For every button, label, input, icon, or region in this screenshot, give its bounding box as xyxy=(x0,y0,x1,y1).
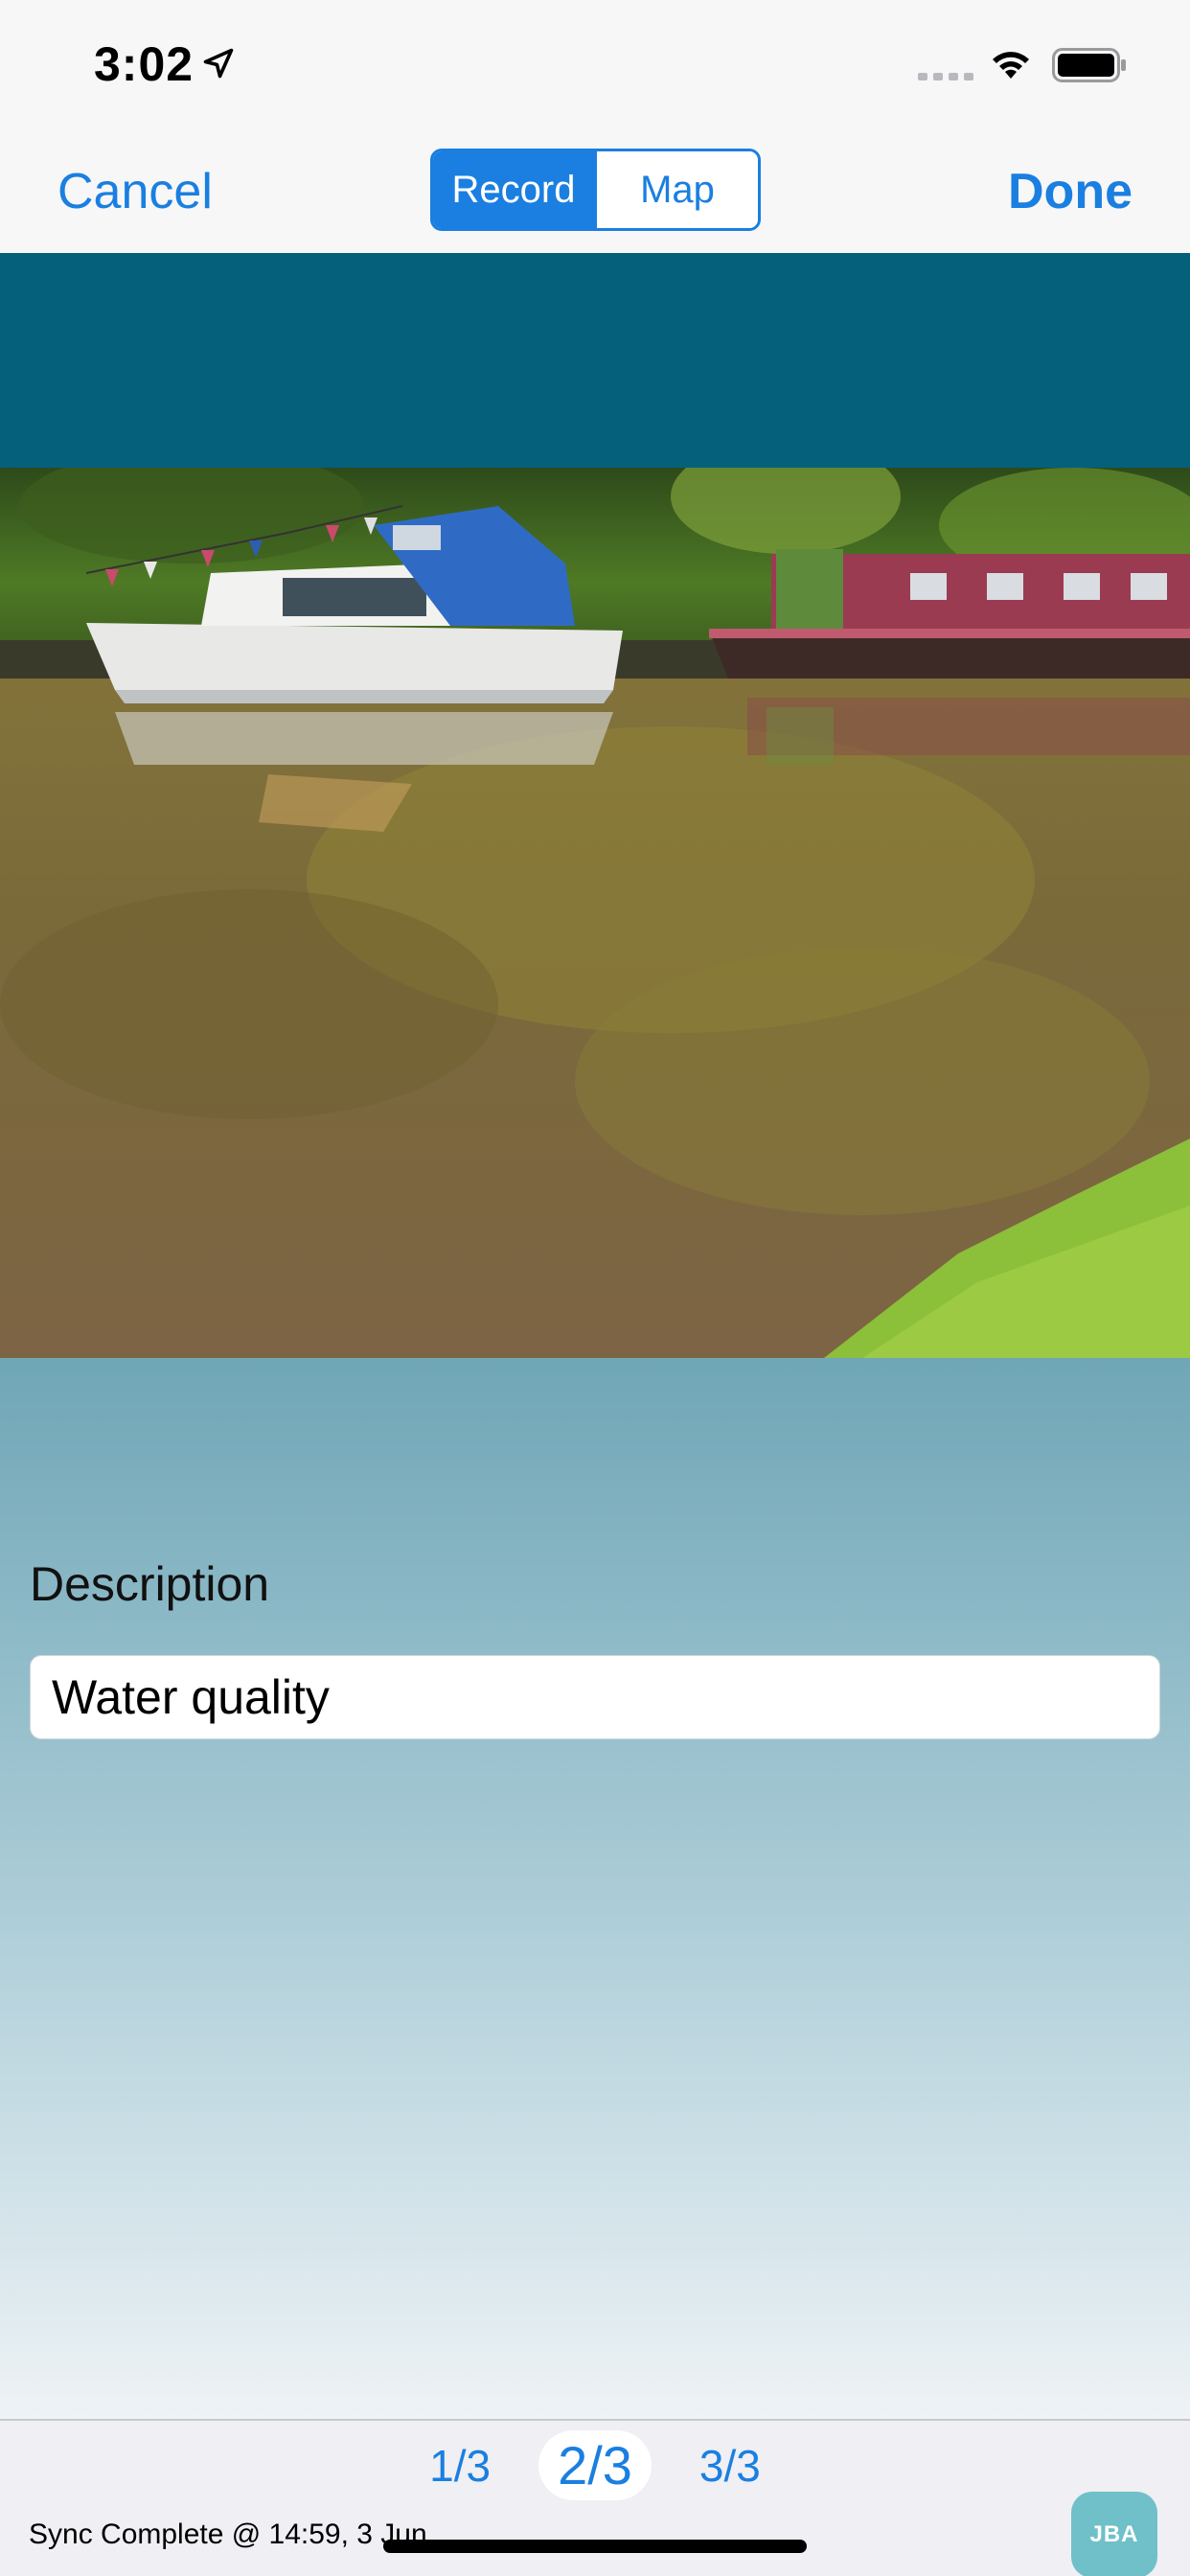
segment-record[interactable]: Record xyxy=(433,151,594,228)
sync-status: Sync Complete @ 14:59, 3 Jun xyxy=(29,2518,427,2550)
page-selector: 1/3 2/3 3/3 xyxy=(0,2430,1190,2500)
description-input[interactable] xyxy=(30,1655,1160,1739)
status-time: 3:02 xyxy=(94,37,195,91)
record-photo[interactable] xyxy=(0,468,1190,1358)
record-content: Description xyxy=(0,253,1190,2419)
page-tab-2[interactable]: 2/3 xyxy=(538,2430,652,2500)
status-bar: 3:02 xyxy=(0,0,1190,126)
nav-bar: Cancel Record Map Done xyxy=(0,126,1190,253)
wifi-icon xyxy=(993,52,1029,79)
page-tab-1[interactable]: 1/3 xyxy=(410,2436,510,2496)
description-label: Description xyxy=(30,1557,270,1611)
segment-map[interactable]: Map xyxy=(594,151,758,228)
page-tab-3[interactable]: 3/3 xyxy=(680,2436,780,2496)
bottom-bar: 1/3 2/3 3/3 Sync Complete @ 14:59, 3 Jun… xyxy=(0,2419,1190,2576)
cancel-button[interactable]: Cancel xyxy=(57,163,213,220)
home-indicator[interactable] xyxy=(383,2540,807,2553)
record-map-segmented-control: Record Map xyxy=(430,149,761,231)
jba-logo-text: JBA xyxy=(1089,2521,1139,2547)
app-screen: 3:02 Cancel Record Map Done Description … xyxy=(0,0,1190,2576)
canal-boats-photo xyxy=(0,468,1190,1358)
signal-icon xyxy=(918,73,973,80)
done-button[interactable]: Done xyxy=(1008,163,1133,220)
jba-logo[interactable]: JBA xyxy=(1071,2492,1157,2576)
location-arrow-icon xyxy=(203,48,234,79)
battery-icon xyxy=(1052,48,1126,82)
